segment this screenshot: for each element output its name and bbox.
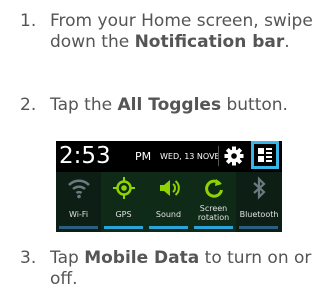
toggle-label: GPS (115, 210, 132, 219)
toggle-wifi[interactable]: Wi-Fi (56, 172, 101, 232)
settings-gear-icon[interactable] (223, 145, 245, 167)
toggle-indicator (194, 226, 233, 229)
toggle-sound[interactable]: Sound (146, 172, 191, 232)
all-toggles-button[interactable] (251, 141, 279, 169)
clock-ampm: PM (135, 150, 152, 163)
toggle-indicator (239, 226, 278, 229)
toggle-gps[interactable]: GPS (101, 172, 146, 232)
quick-toggles-row: Wi-Fi GPS Sound Screen rotation Bluetoot… (56, 172, 282, 232)
step-number: 2. (20, 95, 37, 115)
step-text: From your Home screen, swipe down the No… (50, 11, 313, 52)
all-toggles-grid-icon (258, 148, 272, 162)
step-number: 3. (20, 248, 37, 268)
step-3: 3. Tap Mobile Data to turn on or off. (0, 248, 322, 292)
toggle-indicator (59, 226, 98, 229)
step-emphasis: Notification bar (134, 32, 285, 52)
sound-icon (160, 180, 180, 196)
toggle-label: Wi-Fi (68, 210, 89, 219)
step-emphasis: Mobile Data (84, 248, 200, 268)
date-text: WED, 13 NOVEM (160, 152, 218, 161)
step-text: Tap the All Toggles button. (50, 95, 288, 115)
step-emphasis: All Toggles (117, 95, 222, 115)
toggle-label: Bluetooth (239, 210, 279, 219)
gps-icon (113, 177, 135, 199)
step-number: 1. (20, 11, 37, 31)
rotation-icon (205, 179, 223, 198)
step-2: 2. Tap the All Toggles button. (0, 95, 322, 139)
toggle-screen-rotation[interactable]: Screen rotation (191, 172, 236, 232)
step-text: Tap Mobile Data to turn on or off. (50, 248, 312, 289)
toggle-label: Screen rotation (197, 204, 230, 222)
step-1: 1. From your Home screen, swipe down the… (0, 11, 322, 75)
bluetooth-icon (253, 176, 266, 200)
toggle-indicator (149, 226, 188, 229)
toggle-indicator (104, 226, 143, 229)
status-bar: 2:53 PM WED, 13 NOVEM (56, 141, 282, 171)
divider (218, 146, 219, 166)
clock-time: 2:53 (59, 143, 111, 169)
toggle-label: Sound (155, 210, 182, 219)
notification-panel-screenshot: 2:53 PM WED, 13 NOVEM (56, 141, 282, 232)
wifi-icon (68, 179, 90, 199)
toggle-bluetooth[interactable]: Bluetooth (236, 172, 282, 232)
